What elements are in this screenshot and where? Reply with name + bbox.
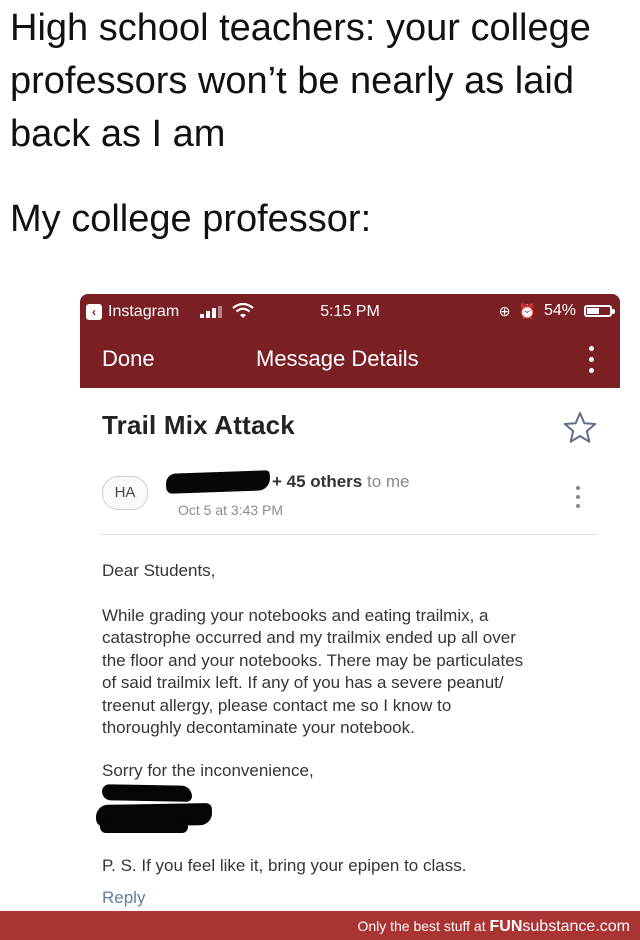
- navigation-bar: Done Message Details: [80, 328, 620, 388]
- meme-line-4: My college professor:: [10, 198, 372, 240]
- subject-row: Trail Mix Attack: [80, 388, 620, 464]
- redacted-sender-name: [165, 470, 271, 494]
- email-date: Oct 5 at 3:43 PM: [178, 502, 284, 518]
- page-title: Message Details: [256, 346, 419, 371]
- avatar[interactable]: HA: [102, 476, 148, 510]
- battery-level: [587, 308, 599, 314]
- meme-caption: High school teachers: your college profe…: [10, 2, 635, 246]
- email-postscript: P. S. If you feel like it, bring your ep…: [102, 856, 467, 875]
- alarm-icon: ⏰: [518, 303, 536, 319]
- rotation-lock-icon: ⊕: [498, 303, 511, 319]
- message-options-icon[interactable]: [574, 486, 582, 510]
- recipients-count: + 45 others: [272, 472, 363, 491]
- status-bar: ‹ Instagram 5:15 PM ⊕ ⏰ 54%: [80, 294, 620, 328]
- watermark-bar: Only the best stuff at FUNsubstance.com: [0, 911, 640, 940]
- email-screenshot: ‹ Instagram 5:15 PM ⊕ ⏰ 54% Done Message…: [80, 294, 620, 918]
- recipients[interactable]: + 45 others to me: [272, 472, 410, 492]
- reply-button[interactable]: Reply: [102, 888, 145, 908]
- meme-line-3: back as I am: [10, 113, 226, 155]
- done-button[interactable]: Done: [102, 346, 155, 372]
- star-icon[interactable]: [562, 410, 598, 446]
- meme-line-2: professors won’t be nearly as laid: [10, 60, 574, 102]
- email-closing: Sorry for the inconvenience,: [102, 760, 314, 780]
- redacted-signature: [101, 784, 193, 802]
- email-subject: Trail Mix Attack: [102, 410, 295, 440]
- email-paragraph: While grading your notebooks and eating …: [102, 605, 524, 738]
- watermark[interactable]: Only the best stuff at FUNsubstance.com: [357, 918, 630, 936]
- battery-percent: 54%: [543, 302, 576, 319]
- watermark-tagline: Only the best stuff at: [357, 918, 486, 934]
- sender-row[interactable]: HA + 45 others to me Oct 5 at 3:43 PM: [100, 464, 598, 535]
- email-body: Dear Students, While grading your notebo…: [102, 560, 602, 782]
- email-greeting: Dear Students,: [102, 561, 216, 580]
- battery-icon: [584, 305, 615, 317]
- to-me-label: to me: [366, 472, 410, 491]
- watermark-brand-bold: FUN: [489, 918, 523, 935]
- redacted-signature: [100, 821, 188, 833]
- more-options-icon[interactable]: [586, 346, 596, 376]
- meme-line-1: High school teachers: your college: [10, 7, 591, 49]
- watermark-brand-rest: substance.com: [522, 918, 630, 935]
